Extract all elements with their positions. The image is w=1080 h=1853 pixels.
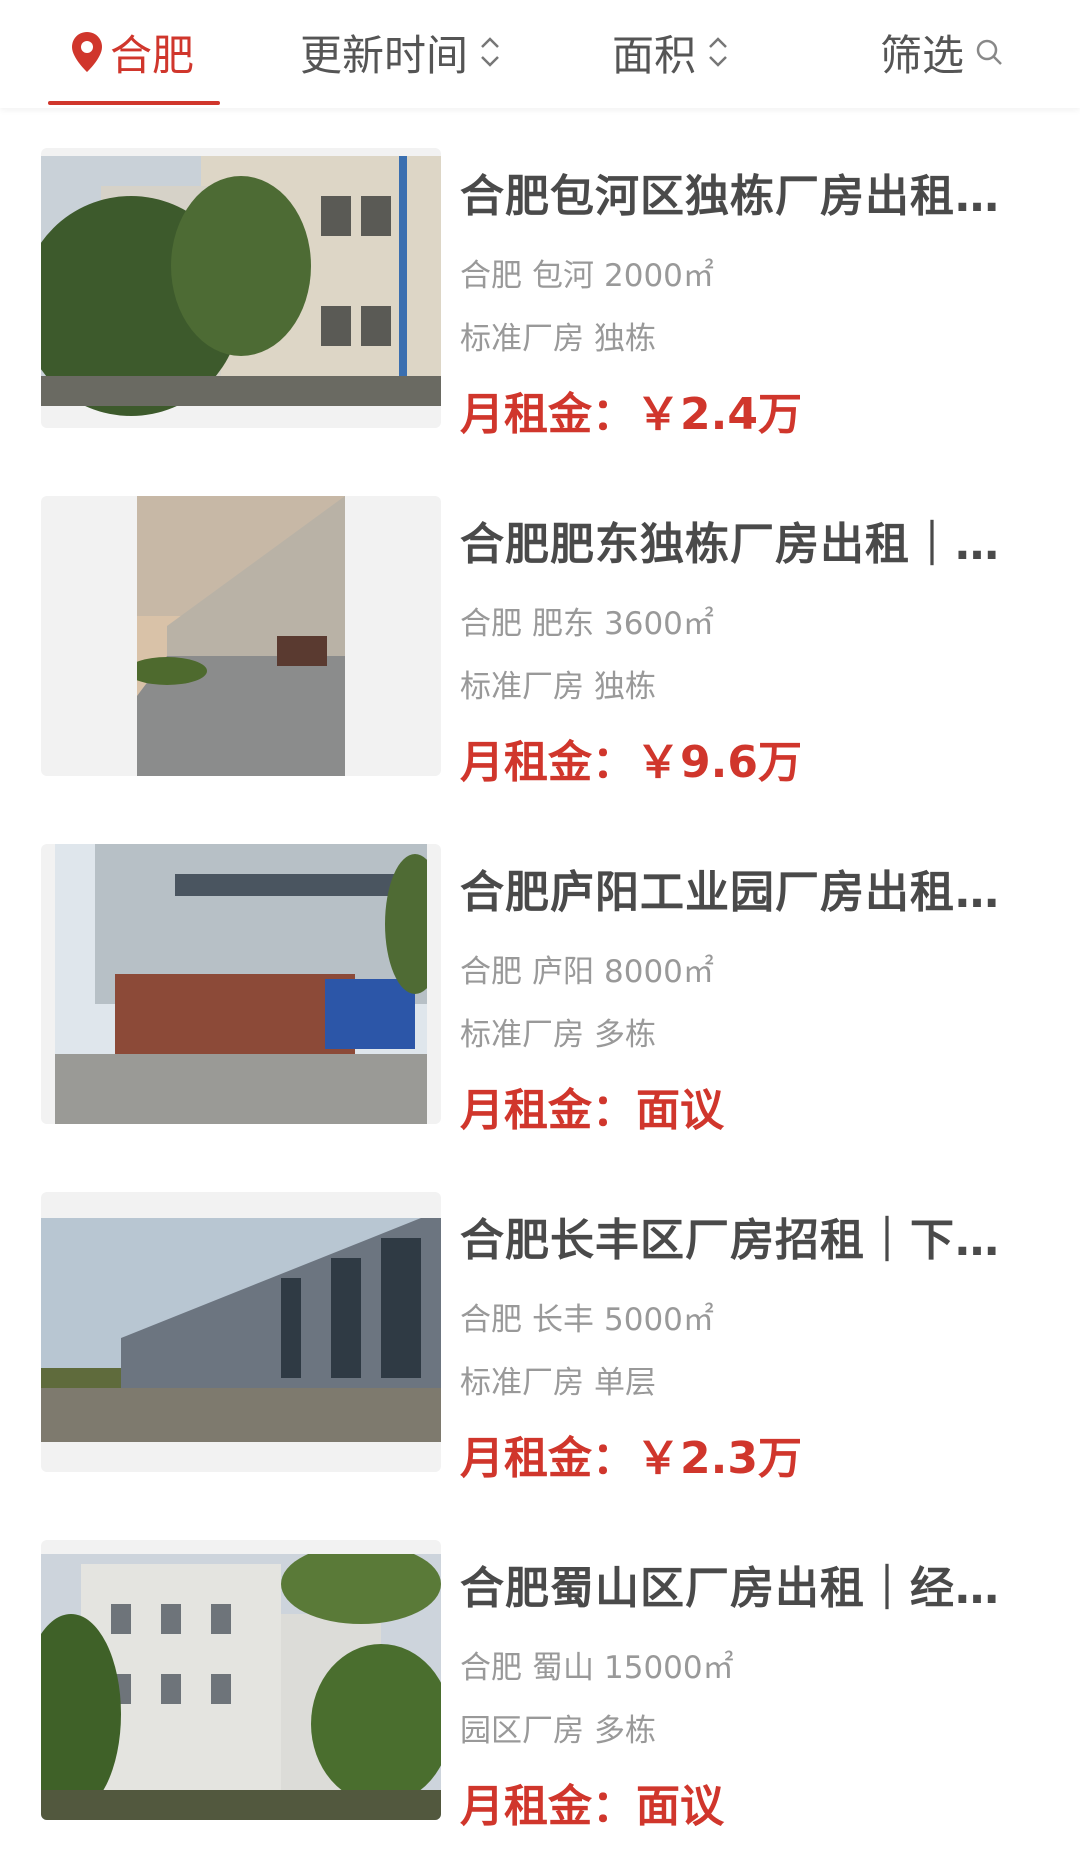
- listing-city: 合肥: [460, 1650, 522, 1686]
- listing-layout: 单层: [594, 1365, 656, 1401]
- listing-type: 标准厂房: [460, 1365, 584, 1401]
- price-label: 月租金：: [460, 1433, 636, 1484]
- listing-card[interactable]: 合肥庐阳工业园厂房出租… 合肥 庐阳 8000㎡ 标准厂房 多栋 月租金：面议: [0, 804, 1080, 1152]
- listing-location: 合肥 包河 2000㎡: [460, 250, 714, 295]
- listing-photo: [41, 1540, 441, 1820]
- listing-photo: [41, 148, 441, 428]
- listing-area: 2000㎡: [604, 258, 714, 294]
- listing-title: 合肥肥东独栋厂房出租｜…: [460, 519, 1000, 570]
- price-label: 月租金：: [460, 1781, 636, 1832]
- listing-type: 标准厂房: [460, 1017, 584, 1053]
- listing-district: 肥东: [532, 606, 594, 642]
- sort-by-area[interactable]: 面积: [612, 22, 730, 82]
- factory-photo-image: [41, 1218, 441, 1442]
- listing-tags: 园区厂房 多栋: [460, 1705, 656, 1750]
- sort-area-label: 面积: [612, 30, 697, 80]
- price-label: 月租金：: [460, 389, 636, 440]
- listing-area: 3600㎡: [604, 606, 714, 642]
- listing-title: 合肥蜀山区厂房出租｜经…: [460, 1563, 1000, 1614]
- listing-area: 5000㎡: [604, 1302, 714, 1338]
- listing-card[interactable]: 合肥长丰区厂房招租｜下… 合肥 长丰 5000㎡ 标准厂房 单层 月租金：￥2.3万: [0, 1152, 1080, 1500]
- listing-layout: 多栋: [594, 1713, 656, 1749]
- filter-label: 筛选: [880, 30, 965, 80]
- listing-layout: 独栋: [594, 669, 656, 705]
- listing-district: 包河: [532, 258, 594, 294]
- price-value: 面议: [636, 1781, 724, 1832]
- price-label: 月租金：: [460, 737, 636, 788]
- price-value: 面议: [636, 1085, 724, 1136]
- listing-photo: [41, 496, 441, 776]
- listing-price: 月租金：面议: [460, 1074, 724, 1138]
- city-selector[interactable]: 合肥: [70, 22, 194, 82]
- listing-district: 蜀山: [532, 1650, 594, 1686]
- price-value: ￥9.6万: [636, 737, 802, 788]
- listing-city: 合肥: [460, 1302, 522, 1338]
- listing-location: 合肥 庐阳 8000㎡: [460, 946, 714, 991]
- filter-button[interactable]: 筛选: [880, 22, 1004, 82]
- listing-price: 月租金：￥2.3万: [460, 1422, 802, 1486]
- price-value: ￥2.3万: [636, 1433, 802, 1484]
- listing-photo: [41, 844, 441, 1124]
- listing-tags: 标准厂房 独栋: [460, 313, 656, 358]
- location-pin-icon: [72, 32, 102, 72]
- sort-toggle-icon: [709, 37, 727, 67]
- sort-time-label: 更新时间: [300, 30, 469, 80]
- price-value: ￥2.4万: [636, 389, 802, 440]
- city-label: 合肥: [110, 30, 195, 80]
- listing-title: 合肥包河区独栋厂房出租…: [460, 171, 1000, 222]
- factory-photo-image: [55, 844, 427, 1124]
- listing-tags: 标准厂房 单层: [460, 1357, 656, 1402]
- listing-title: 合肥长丰区厂房招租｜下…: [460, 1215, 1000, 1266]
- listing-tags: 标准厂房 多栋: [460, 1009, 656, 1054]
- listing-type: 标准厂房: [460, 669, 584, 705]
- listing-area: 15000㎡: [604, 1650, 734, 1686]
- listing-location: 合肥 长丰 5000㎡: [460, 1294, 714, 1339]
- active-tab-indicator: [48, 101, 220, 105]
- listing-type: 标准厂房: [460, 321, 584, 357]
- listing-area: 8000㎡: [604, 954, 714, 990]
- listing-location: 合肥 肥东 3600㎡: [460, 598, 714, 643]
- listing-city: 合肥: [460, 954, 522, 990]
- factory-photo-image: [41, 1554, 441, 1820]
- listing-layout: 独栋: [594, 321, 656, 357]
- listing-card[interactable]: 合肥蜀山区厂房出租｜经… 合肥 蜀山 15000㎡ 园区厂房 多栋 月租金：面议: [0, 1500, 1080, 1848]
- listing-price: 月租金：￥2.4万: [460, 378, 802, 442]
- listing-district: 庐阳: [532, 954, 594, 990]
- listing-layout: 多栋: [594, 1017, 656, 1053]
- listing-price: 月租金：￥9.6万: [460, 726, 802, 790]
- listing-tags: 标准厂房 独栋: [460, 661, 656, 706]
- factory-photo-image: [41, 156, 441, 416]
- sort-toggle-icon: [481, 37, 499, 67]
- listing-photo: [41, 1192, 441, 1472]
- search-icon: [976, 39, 1002, 65]
- listing-card[interactable]: 合肥肥东独栋厂房出租｜… 合肥 肥东 3600㎡ 标准厂房 独栋 月租金：￥9.6万: [0, 456, 1080, 804]
- listing-city: 合肥: [460, 258, 522, 294]
- listing-price: 月租金：面议: [460, 1770, 724, 1834]
- filter-bar: 合肥 更新时间 面积 筛选: [0, 0, 1080, 108]
- sort-by-time[interactable]: 更新时间: [300, 22, 502, 82]
- listing-location: 合肥 蜀山 15000㎡: [460, 1642, 734, 1687]
- price-label: 月租金：: [460, 1085, 636, 1136]
- listing-type: 园区厂房: [460, 1713, 584, 1749]
- factory-photo-image: [137, 496, 345, 776]
- listing-title: 合肥庐阳工业园厂房出租…: [460, 867, 1000, 918]
- listing-city: 合肥: [460, 606, 522, 642]
- listing-district: 长丰: [532, 1302, 594, 1338]
- listing-card[interactable]: 合肥包河区独栋厂房出租… 合肥 包河 2000㎡ 标准厂房 独栋 月租金：￥2.4万: [0, 108, 1080, 456]
